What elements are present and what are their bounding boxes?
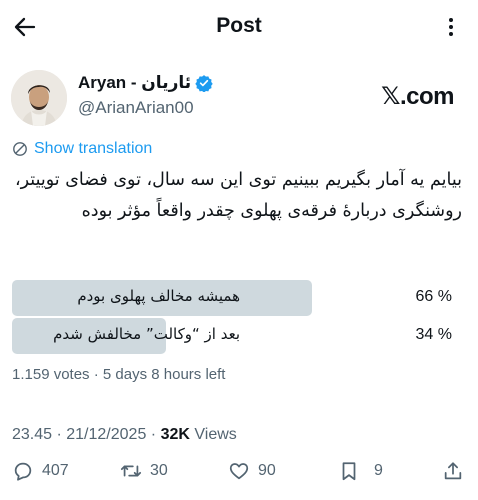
show-translation-label: Show translation bbox=[34, 140, 153, 157]
avatar[interactable] bbox=[11, 70, 67, 126]
poll-option-label-1: همیشه مخالف پهلوی بودم bbox=[77, 287, 240, 305]
post-timestamp: 23.45 · 21/12/2025 · 32K Views bbox=[12, 426, 237, 444]
top-bar: Post bbox=[0, 0, 478, 54]
bookmark-button[interactable]: 9 bbox=[338, 460, 383, 482]
verified-badge-icon bbox=[195, 75, 213, 92]
page-title: Post bbox=[216, 14, 262, 37]
author-name-text: Aryan - ئاریان bbox=[78, 73, 192, 92]
show-translation-link[interactable]: Show translation bbox=[12, 140, 152, 158]
poll-option-label-2: بعد از “وکالت” مخالفش شدم bbox=[53, 325, 240, 343]
views-count: 32K bbox=[160, 426, 190, 443]
reply-icon bbox=[14, 462, 32, 481]
post-datetime[interactable]: 23.45 · 21/12/2025 · bbox=[12, 426, 161, 443]
poll-option-1: همیشه مخالف پهلوی بودم 66 % bbox=[12, 280, 466, 316]
tweet-text: بیایم یه آمار بگیریم ببینیم توی این سه س… bbox=[15, 170, 462, 221]
author-name[interactable]: Aryan - ئاریان bbox=[78, 73, 213, 93]
like-count: 90 bbox=[258, 462, 276, 479]
repost-count: 30 bbox=[150, 462, 168, 479]
share-button[interactable] bbox=[442, 460, 464, 482]
views-label: Views bbox=[194, 426, 237, 443]
more-icon bbox=[449, 18, 453, 36]
poll-option-2: بعد از “وکالت” مخالفش شدم 34 % bbox=[12, 318, 466, 354]
reply-button[interactable]: 407 bbox=[12, 460, 69, 482]
bookmark-count: 9 bbox=[374, 462, 383, 479]
poll-percent-1: 66 % bbox=[415, 288, 452, 305]
like-icon bbox=[229, 463, 249, 480]
translate-icon bbox=[13, 142, 27, 156]
action-bar: 407 30 90 9 bbox=[0, 460, 478, 490]
bookmark-icon bbox=[342, 462, 356, 481]
more-button[interactable] bbox=[438, 14, 464, 40]
share-icon bbox=[444, 462, 462, 480]
reply-count: 407 bbox=[42, 462, 69, 479]
repost-icon bbox=[120, 465, 142, 477]
avatar-photo bbox=[11, 70, 67, 126]
poll-percent-2: 34 % bbox=[415, 326, 452, 343]
author-handle[interactable]: @ArianArian00 bbox=[78, 98, 194, 118]
like-button[interactable]: 90 bbox=[228, 460, 276, 482]
xcom-watermark: 𝕏.com bbox=[381, 83, 454, 110]
repost-button[interactable]: 30 bbox=[120, 460, 168, 482]
poll-meta: 1.159 votes · 5 days 8 hours left bbox=[12, 366, 226, 383]
